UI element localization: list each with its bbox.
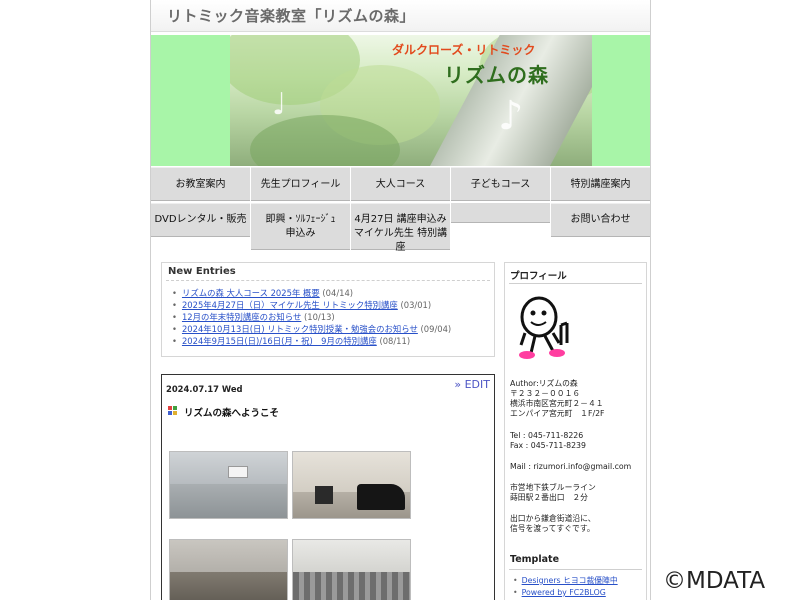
- piano-room-photo: [292, 451, 411, 519]
- list-item: 2024年9月15日(日)/16日(月・祝) 9月の特別講座 (08/11): [172, 335, 451, 347]
- banner-title: リズムの森: [444, 63, 549, 87]
- list-item: Powered by FC2BLOG: [513, 587, 618, 599]
- new-entries-title: New Entries: [168, 266, 236, 277]
- template-list: Designers ヒヨコ裁優陣中 Powered by FC2BLOG: [513, 575, 618, 599]
- nav-kids-course[interactable]: 子どもコース: [451, 167, 550, 201]
- entry-link[interactable]: 2024年9月15日(日)/16日(月・祝) 9月の特別講座: [182, 336, 377, 346]
- entry-link[interactable]: 2025年4月27日（日）マイケル先生 リトミック特別講座: [182, 300, 398, 310]
- hall-photo: [169, 539, 288, 600]
- entry-link[interactable]: 2024年10月13日(日) リトミック特別授業・勉強会のお知らせ: [182, 324, 418, 334]
- list-item: リズムの森 大人コース 2025年 概要 (04/14): [172, 287, 451, 299]
- designer-link[interactable]: Designers ヒヨコ裁優陣中: [522, 576, 618, 585]
- post-title-icon: [168, 406, 178, 416]
- site-header: リトミック音楽教室「リズムの森」: [151, 0, 650, 32]
- music-note-icon: ♪: [498, 93, 524, 139]
- list-item: 12月の年末特別講座のお知らせ (10/13): [172, 311, 451, 323]
- nav-special-course[interactable]: 特別講座案内: [551, 167, 650, 201]
- nav-april-special[interactable]: 4月27日 講座申込み マイケル先生 特別講座: [351, 203, 450, 253]
- nav-teacher-profile[interactable]: 先生プロフィール: [251, 167, 350, 201]
- music-note-icon: ♩: [272, 87, 287, 122]
- profile-phone: Tel : 045-711-8226 Fax : 045-711-8239: [510, 431, 586, 450]
- post-date: 2024.07.17 Wed: [166, 384, 243, 394]
- profile-directions: 出口から鎌倉街道沿に、 信号を渡ってすぐです。: [510, 514, 596, 533]
- sidebar: プロフィール Author:リズムの森 〒２３２－００１６ 横浜市南区宮元町２－…: [504, 262, 647, 600]
- classroom-photo: [169, 451, 288, 519]
- site-title[interactable]: リトミック音楽教室「リズムの森」: [167, 5, 415, 26]
- edit-link[interactable]: » EDIT: [454, 378, 490, 391]
- nav-classroom[interactable]: お教室案内: [151, 167, 250, 201]
- fc2blog-link[interactable]: Powered by FC2BLOG: [522, 588, 606, 597]
- nav-improv-signup[interactable]: 即興・ｿﾙﾌｪｰｼﾞｭ 申込み: [251, 203, 350, 250]
- profile-address: Author:リズムの森 〒２３２－００１６ 横浜市南区宮元町２－４１ エンパイ…: [510, 379, 605, 418]
- nav-contact[interactable]: お問い合わせ: [551, 203, 650, 237]
- header-photo: ♪ ♩ ダルクローズ・リトミック リズムの森: [230, 35, 592, 166]
- profile-mail: Mail : rizumori.info@gmail.com: [510, 462, 632, 471]
- entry-link[interactable]: リズムの森 大人コース 2025年 概要: [182, 288, 320, 298]
- watermark-text: ©MDATA: [663, 568, 766, 594]
- template-title: Template: [510, 554, 560, 565]
- list-item: 2024年10月13日(日) リトミック特別授業・勉強会のお知らせ (09/04…: [172, 323, 451, 335]
- list-item: 2025年4月27日（日）マイケル先生 リトミック特別講座 (03/01): [172, 299, 451, 311]
- profile-title: プロフィール: [510, 271, 567, 282]
- nav-adult-course[interactable]: 大人コース: [351, 167, 450, 201]
- nav-empty-cell: [451, 203, 550, 223]
- banner-subtitle: ダルクローズ・リトミック: [392, 43, 536, 57]
- header-banner[interactable]: ♪ ♩ ダルクローズ・リトミック リズムの森: [151, 35, 650, 166]
- nav-dvd[interactable]: DVDレンタル・販売: [151, 203, 250, 237]
- blog-page: リトミック音楽教室「リズムの森」 ♪ ♩ ダルクローズ・リトミック リズムの森 …: [150, 0, 651, 600]
- blog-post: 2024.07.17 Wed » EDIT リズムの森へようこそ: [161, 374, 495, 600]
- watermark: ©MDATA: [651, 565, 800, 600]
- profile-access: 市営地下鉄ブルーライン 蒔田駅２番出口 ２分: [510, 483, 596, 502]
- seminar-room-photo: [292, 539, 411, 600]
- list-item: Designers ヒヨコ裁優陣中: [513, 575, 618, 587]
- new-entries-box: New Entries リズムの森 大人コース 2025年 概要 (04/14)…: [161, 262, 495, 357]
- entry-link[interactable]: 12月の年末特別講座のお知らせ: [182, 312, 301, 322]
- post-title[interactable]: リズムの森へようこそ: [184, 405, 279, 419]
- mascot-avatar: [519, 296, 569, 359]
- new-entries-list: リズムの森 大人コース 2025年 概要 (04/14) 2025年4月27日（…: [172, 287, 451, 347]
